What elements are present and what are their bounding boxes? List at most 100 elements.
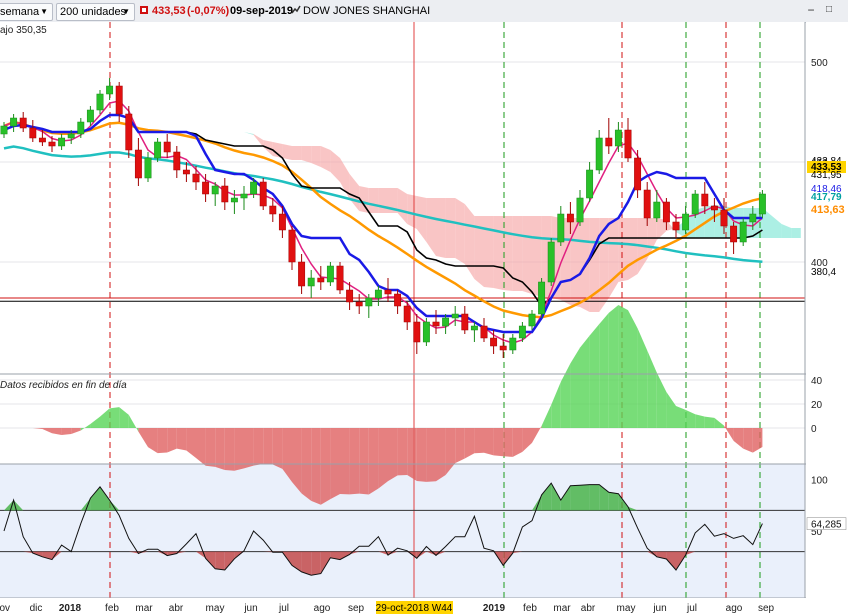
oscillator-area bbox=[695, 414, 705, 428]
candle bbox=[442, 317, 450, 327]
candle bbox=[77, 121, 85, 135]
candle bbox=[394, 293, 402, 307]
candle bbox=[422, 321, 430, 343]
oscillator-area bbox=[311, 428, 321, 505]
oscillator-area bbox=[493, 428, 504, 457]
x-tick-label: jun bbox=[243, 603, 257, 614]
rsi-oversold-area bbox=[215, 551, 225, 571]
candle bbox=[307, 277, 315, 287]
price-icon bbox=[139, 4, 149, 20]
candle bbox=[0, 125, 8, 135]
cloud-segment bbox=[368, 188, 379, 213]
candle bbox=[38, 137, 46, 143]
x-tick-label: ago bbox=[726, 603, 743, 614]
cloud-segment bbox=[272, 142, 283, 158]
units-dropdown[interactable]: 200 unidades ▼ bbox=[56, 3, 135, 21]
oscillator-area bbox=[292, 428, 302, 494]
candle bbox=[643, 189, 651, 219]
cloud-segment bbox=[445, 198, 456, 258]
x-tick-label: ago bbox=[314, 603, 331, 614]
x-tick-label: feb bbox=[105, 603, 119, 614]
current-price: 433,53 bbox=[152, 5, 186, 17]
oscillator-area bbox=[157, 428, 168, 454]
cloud-segment bbox=[522, 216, 532, 294]
candle bbox=[67, 133, 75, 139]
oscillator-area bbox=[244, 428, 254, 469]
candle bbox=[288, 229, 296, 263]
price-axis bbox=[806, 22, 848, 598]
oscillator-area bbox=[359, 428, 369, 495]
candle bbox=[269, 205, 277, 215]
period-label: semana bbox=[0, 6, 40, 18]
candle bbox=[250, 181, 258, 195]
minimize-icon[interactable]: − bbox=[803, 2, 819, 18]
oscillator-area bbox=[589, 324, 600, 428]
candle bbox=[86, 109, 94, 123]
oscillator-area bbox=[599, 312, 609, 428]
candle bbox=[605, 137, 613, 147]
candle bbox=[614, 129, 622, 147]
candle bbox=[125, 113, 133, 151]
candle bbox=[413, 321, 421, 343]
price-label: 380,4 bbox=[811, 267, 836, 278]
oscillator-area bbox=[464, 428, 475, 459]
period-dropdown[interactable]: semana ▼ bbox=[0, 3, 53, 21]
oscillator-area bbox=[205, 428, 216, 467]
candle bbox=[509, 337, 517, 351]
candle bbox=[682, 213, 690, 231]
candle bbox=[653, 201, 661, 219]
candle bbox=[144, 157, 152, 179]
candle bbox=[230, 197, 238, 203]
candle bbox=[547, 241, 555, 283]
oscillator-area bbox=[608, 304, 619, 428]
cloud-segment bbox=[503, 216, 513, 291]
rsi-overbought-area bbox=[589, 484, 600, 511]
oscillator-area bbox=[407, 428, 417, 482]
rsi-oversold-area bbox=[301, 551, 312, 576]
oscillator-area bbox=[436, 428, 446, 482]
candle bbox=[566, 213, 574, 223]
candle bbox=[192, 173, 200, 183]
price-label: 413,63 bbox=[811, 204, 845, 216]
maximize-icon[interactable]: □ bbox=[821, 2, 837, 18]
oscillator-area bbox=[388, 428, 398, 482]
candle bbox=[432, 321, 440, 327]
stock-chart[interactable]: ajo 350,35 Datos recibidos en fin de día 5… bbox=[0, 22, 848, 615]
candle bbox=[240, 193, 248, 199]
cloud-segment bbox=[570, 218, 580, 307]
candle bbox=[595, 137, 603, 171]
candle bbox=[326, 265, 334, 283]
cloud-segment bbox=[791, 228, 801, 238]
oscillator-area bbox=[320, 428, 331, 505]
candle bbox=[538, 281, 546, 315]
rsi-oversold-area bbox=[311, 551, 321, 576]
x-tick-label: mar bbox=[553, 603, 571, 614]
candle bbox=[470, 325, 478, 331]
candle bbox=[758, 193, 766, 215]
oscillator-area bbox=[368, 428, 379, 495]
candle bbox=[739, 221, 747, 243]
candle bbox=[528, 313, 536, 327]
oscillator-label: Datos recibidos en fin de día bbox=[0, 380, 127, 391]
y-tick-label: 100 bbox=[811, 475, 828, 486]
oscillator-area bbox=[704, 416, 715, 428]
rsi-overbought-area bbox=[608, 492, 619, 511]
candle bbox=[96, 93, 104, 111]
x-tick-label: 2018 bbox=[59, 603, 82, 614]
candle bbox=[317, 277, 325, 283]
rsi-overbought-area bbox=[570, 485, 580, 511]
oscillator-area bbox=[61, 428, 72, 435]
x-tick-label: dic bbox=[30, 603, 43, 614]
candle bbox=[586, 169, 594, 199]
cloud-segment bbox=[455, 198, 465, 264]
oscillator-area bbox=[628, 310, 638, 428]
instrument-icon bbox=[291, 4, 301, 20]
oscillator-area bbox=[743, 428, 753, 453]
x-tick-label: jul bbox=[278, 603, 289, 614]
rsi-value-label: 64,285 bbox=[811, 520, 842, 531]
candle bbox=[298, 261, 306, 287]
chevron-down-icon: ▼ bbox=[122, 7, 130, 16]
y-tick-label: 0 bbox=[811, 424, 817, 435]
candle bbox=[115, 85, 123, 115]
candle bbox=[29, 127, 37, 139]
